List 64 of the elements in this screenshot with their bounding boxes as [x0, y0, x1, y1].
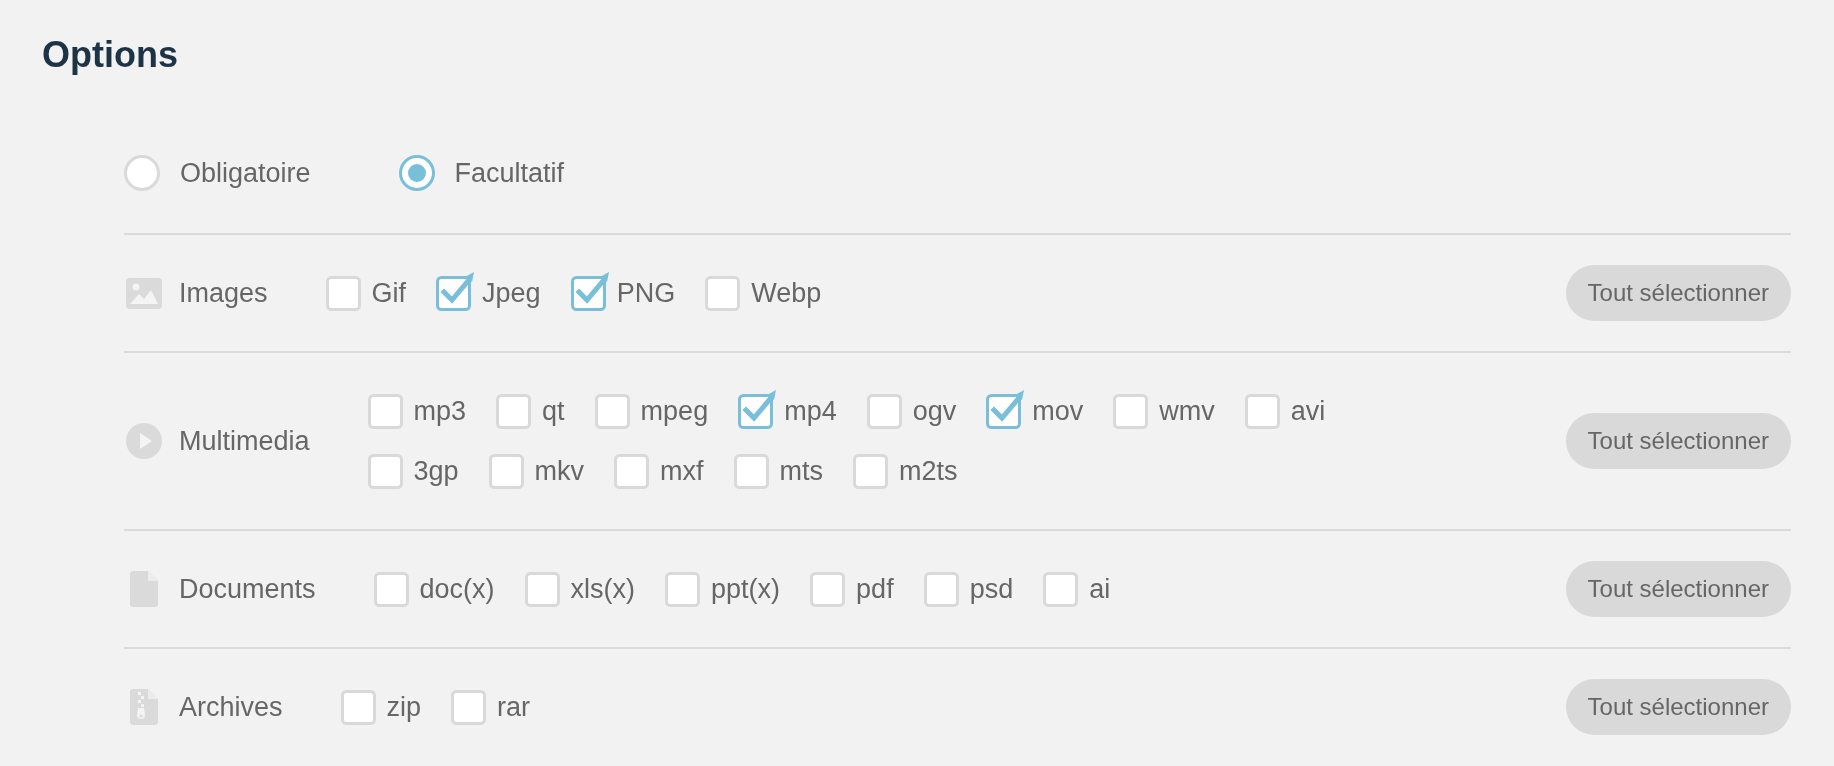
checkbox[interactable] [367, 453, 403, 489]
radio-button[interactable] [124, 155, 160, 191]
radio-label[interactable]: Obligatoire [180, 155, 311, 191]
checkbox[interactable] [340, 689, 376, 725]
section-title: Options [42, 33, 178, 77]
checkbox-label[interactable]: Gif [371, 275, 407, 311]
checkbox-label[interactable]: Jpeg [482, 275, 541, 311]
checkbox[interactable] [733, 453, 769, 489]
category-label: Archives [179, 691, 283, 724]
checkbox[interactable] [594, 393, 630, 429]
checkbox-label[interactable]: mpeg [640, 393, 709, 429]
checkbox-label[interactable]: rar [497, 689, 531, 725]
checkbox[interactable] [923, 571, 959, 607]
document-icon [130, 571, 158, 607]
category-label: Images [179, 277, 268, 310]
checkbox-label[interactable]: pdf [856, 571, 894, 607]
checkbox[interactable] [1244, 393, 1280, 429]
checkbox[interactable] [853, 453, 889, 489]
checkbox[interactable] [488, 453, 524, 489]
checkbox[interactable] [810, 571, 846, 607]
checkbox-label[interactable]: mxf [660, 453, 704, 489]
zip-file-icon [130, 689, 158, 725]
select-all-button[interactable]: Tout sélectionner [1565, 679, 1791, 735]
checkbox[interactable] [373, 571, 409, 607]
picture-icon [126, 277, 162, 309]
select-all-button[interactable]: Tout sélectionner [1565, 413, 1791, 469]
checkbox-label[interactable]: mov [1032, 393, 1084, 429]
checkbox[interactable] [325, 275, 361, 311]
checkbox[interactable] [451, 689, 487, 725]
checkbox-label[interactable]: mts [779, 453, 824, 489]
checkbox-label[interactable]: wmv [1159, 393, 1215, 429]
checkbox-label[interactable]: ai [1089, 571, 1111, 607]
checkbox-label[interactable]: Webp [751, 275, 822, 311]
checkbox[interactable] [1043, 571, 1079, 607]
checkbox-label[interactable]: PNG [616, 275, 676, 311]
checkbox-label[interactable]: 3gp [413, 453, 459, 489]
checkbox-label[interactable]: mkv [534, 453, 585, 489]
checkbox[interactable] [496, 393, 532, 429]
checkbox-label[interactable]: ppt(x) [711, 571, 781, 607]
checkbox-label[interactable]: doc(x) [419, 571, 495, 607]
checkbox[interactable] [665, 571, 701, 607]
checkbox[interactable] [866, 393, 902, 429]
checkbox[interactable] [367, 393, 403, 429]
radio-button[interactable] [398, 155, 435, 191]
select-all-button[interactable]: Tout sélectionner [1565, 561, 1791, 617]
checkbox-label[interactable]: mp3 [413, 393, 467, 429]
category-label: Documents [179, 573, 316, 606]
checkbox-label[interactable]: psd [969, 571, 1014, 607]
play-icon [126, 423, 162, 459]
checkbox-label[interactable]: xls(x) [570, 571, 636, 607]
checkbox-label[interactable]: ogv [912, 393, 957, 429]
checkbox-label[interactable]: zip [386, 689, 422, 725]
checkbox-label[interactable]: mp4 [784, 393, 837, 429]
checkbox-label[interactable]: avi [1290, 393, 1326, 429]
checkbox-label[interactable]: m2ts [899, 453, 958, 489]
checkbox[interactable] [1113, 393, 1149, 429]
checkbox[interactable] [705, 275, 741, 311]
checkbox[interactable] [614, 453, 650, 489]
checkbox[interactable] [570, 269, 612, 311]
checkbox-label[interactable]: qt [542, 393, 565, 429]
category-label: Multimedia [179, 425, 310, 458]
select-all-button[interactable]: Tout sélectionner [1565, 265, 1791, 321]
checkbox[interactable] [524, 571, 560, 607]
radio-label[interactable]: Facultatif [454, 155, 565, 191]
